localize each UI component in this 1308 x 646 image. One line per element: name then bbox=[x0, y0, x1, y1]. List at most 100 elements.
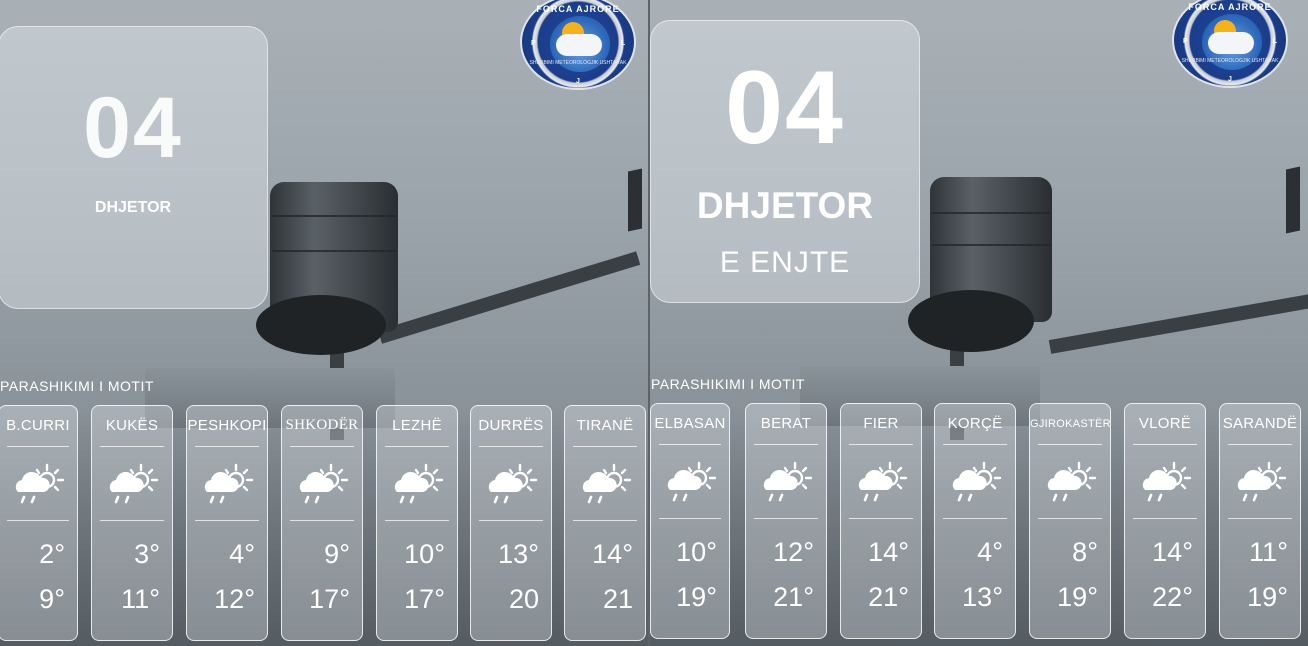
city-name: SHKODËR bbox=[285, 417, 359, 433]
cloud-sun-rain-icon bbox=[199, 461, 255, 505]
cloud-sun-rain-icon bbox=[483, 461, 539, 505]
cloud-sun-rain-icon bbox=[1042, 459, 1098, 503]
logo-letter: L bbox=[1272, 38, 1277, 45]
min-temperature: 14° bbox=[1152, 537, 1193, 567]
card-divider bbox=[479, 520, 543, 521]
city-name: DURRËS bbox=[478, 417, 544, 434]
city-forecast-card: PESHKOPI 4° 12° bbox=[186, 405, 268, 641]
wind-vane bbox=[1286, 166, 1300, 234]
card-divider bbox=[1228, 444, 1292, 445]
forecast-panel-right: 04 DHJETOR E ENJTE FORCA AJRORE SHERBIMI… bbox=[650, 0, 1308, 646]
card-divider bbox=[754, 444, 818, 445]
date-day-number: 04 bbox=[83, 80, 183, 176]
cloud-sun-rain-icon bbox=[758, 459, 814, 503]
city-forecast-card: LEZHË 10° 17° bbox=[376, 405, 458, 641]
cloud-sun-rain-icon bbox=[104, 461, 160, 505]
max-temperature: 21 bbox=[602, 584, 633, 614]
card-divider bbox=[385, 520, 449, 521]
min-temperature: 2° bbox=[39, 539, 65, 569]
min-temperature: 14° bbox=[868, 537, 909, 567]
min-temperature: 3° bbox=[134, 539, 160, 569]
rain-gauge-band bbox=[932, 244, 1050, 246]
max-temperature: 12° bbox=[214, 584, 255, 614]
min-temperature: 4° bbox=[977, 537, 1003, 567]
max-temperature: 17° bbox=[309, 584, 350, 614]
card-divider bbox=[943, 444, 1007, 445]
logo-letter: L bbox=[620, 40, 625, 47]
max-temperature: 20 bbox=[508, 584, 539, 614]
cloud-sun-rain-icon bbox=[1137, 459, 1193, 503]
max-temperature: 11° bbox=[121, 584, 160, 614]
cloud-sun-rain-icon bbox=[10, 461, 66, 505]
min-temperature: 11° bbox=[1249, 537, 1288, 567]
city-name: FIER bbox=[863, 415, 899, 432]
city-name: SARANDË bbox=[1222, 415, 1298, 432]
card-divider bbox=[7, 446, 69, 447]
card-divider bbox=[7, 520, 69, 521]
forca-ajrore-logo: FORCA AJRORE SHERBIMI METEOROLOGJIK USHT… bbox=[520, 0, 636, 90]
card-divider bbox=[1038, 444, 1102, 445]
city-forecast-card: BERAT 12° 21° bbox=[745, 403, 827, 639]
max-temperature: 9° bbox=[39, 584, 65, 614]
logo-title: FORCA AJRORE bbox=[1188, 2, 1272, 12]
min-temperature: 10° bbox=[404, 539, 445, 569]
forca-ajrore-logo: FORCA AJRORE SHERBIMI METEOROLOGJIK USHT… bbox=[1172, 0, 1288, 88]
city-name: VLORË bbox=[1138, 415, 1192, 432]
card-divider bbox=[100, 446, 164, 447]
section-title: PARASHIKIMI I MOTIT bbox=[651, 376, 805, 392]
max-temperature: 22° bbox=[1152, 582, 1193, 612]
min-temperature: 9° bbox=[324, 539, 350, 569]
logo-title: FORCA AJRORE bbox=[536, 4, 620, 14]
max-temperature: 17° bbox=[404, 584, 445, 614]
logo-letter: J bbox=[576, 78, 580, 85]
card-divider bbox=[195, 520, 259, 521]
min-temperature: 8° bbox=[1072, 537, 1098, 567]
card-divider bbox=[195, 446, 259, 447]
city-name: GJIROKASTËR bbox=[1030, 418, 1111, 430]
city-forecast-card: KORÇË 4° 13° bbox=[934, 403, 1016, 639]
cloud-sun-rain-icon bbox=[662, 459, 718, 503]
section-title: PARASHIKIMI I MOTIT bbox=[0, 378, 154, 394]
card-divider bbox=[290, 520, 354, 521]
card-divider bbox=[1133, 518, 1197, 519]
city-name: KORÇË bbox=[947, 415, 1003, 432]
max-temperature: 13° bbox=[962, 582, 1003, 612]
date-card: 04 DHJETOR E ENJTE bbox=[650, 20, 920, 303]
card-divider bbox=[849, 518, 913, 519]
card-divider bbox=[659, 444, 721, 445]
date-month: DHJETOR bbox=[94, 199, 172, 216]
wind-vane bbox=[628, 168, 642, 232]
card-divider bbox=[290, 446, 354, 447]
card-divider bbox=[659, 518, 721, 519]
max-temperature: 21° bbox=[773, 582, 814, 612]
date-weekday: E ENJTE bbox=[719, 246, 851, 279]
rain-gauge-band bbox=[932, 212, 1050, 214]
city-forecast-card: SHKODËR 9° 17° bbox=[281, 405, 363, 641]
logo-letter: P bbox=[1183, 38, 1188, 45]
rain-gauge-funnel bbox=[908, 290, 1034, 352]
date-month: DHJETOR bbox=[696, 185, 874, 226]
card-divider bbox=[1133, 444, 1197, 445]
city-name: BERAT bbox=[760, 415, 812, 432]
date-card: 04 DHJETOR bbox=[0, 26, 268, 309]
logo-letter: J bbox=[1228, 76, 1232, 83]
city-name: PESHKOPI bbox=[187, 417, 267, 434]
min-temperature: 14° bbox=[592, 539, 633, 569]
logo-subtitle: SHERBIMI METEOROLOGJIK USHTARAK bbox=[1181, 58, 1279, 64]
logo-subtitle: SHERBIMI METEOROLOGJIK USHTARAK bbox=[529, 60, 627, 66]
forecast-panel-left: 04 DHJETOR FORCA AJRORE SHERBIMI METEORO… bbox=[0, 0, 648, 646]
min-temperature: 13° bbox=[498, 539, 539, 569]
card-divider bbox=[943, 518, 1007, 519]
cloud-sun-rain-icon bbox=[1232, 459, 1288, 503]
rain-gauge-band bbox=[272, 215, 396, 217]
card-divider bbox=[385, 446, 449, 447]
card-divider bbox=[100, 520, 164, 521]
date-day-number: 04 bbox=[725, 50, 845, 166]
cloud-sun-rain-icon bbox=[947, 459, 1003, 503]
city-forecast-card: SARANDË 11° 19° bbox=[1219, 403, 1301, 639]
city-forecast-card: GJIROKASTËR 8° 19° bbox=[1029, 403, 1111, 639]
city-forecast-card: TIRANË 14° 21 bbox=[564, 405, 646, 641]
card-divider bbox=[573, 446, 637, 447]
city-name: TIRANË bbox=[576, 417, 634, 434]
max-temperature: 21° bbox=[868, 582, 909, 612]
